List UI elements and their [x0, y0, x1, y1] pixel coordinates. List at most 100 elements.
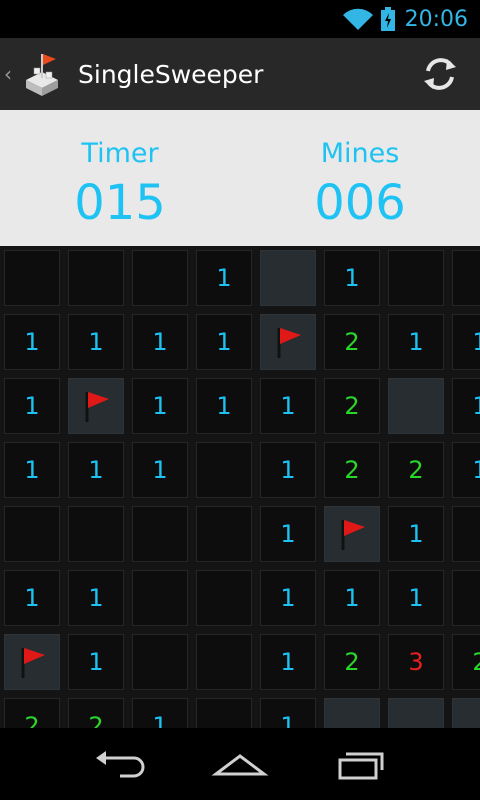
empty-cell[interactable]	[196, 506, 252, 562]
refresh-icon[interactable]	[420, 54, 460, 94]
number-cell[interactable]: 1	[388, 506, 444, 562]
cell-number: 1	[280, 520, 296, 548]
flag-icon	[277, 328, 301, 358]
cell-number: 1	[88, 648, 104, 676]
flagged-cell[interactable]	[4, 634, 60, 690]
app-logo-icon[interactable]	[20, 50, 64, 98]
status-clock: 20:06	[404, 6, 468, 32]
unrevealed-cell[interactable]	[260, 250, 316, 306]
number-cell[interactable]: 1	[388, 314, 444, 370]
unrevealed-cell[interactable]	[324, 698, 380, 728]
empty-cell[interactable]	[452, 250, 480, 306]
number-cell[interactable]: 1	[452, 442, 480, 498]
number-cell[interactable]: 1	[4, 314, 60, 370]
number-cell[interactable]: 1	[4, 570, 60, 626]
empty-cell[interactable]	[452, 506, 480, 562]
cell-number: 2	[344, 456, 360, 484]
cell-number: 2	[344, 392, 360, 420]
number-cell[interactable]: 1	[4, 442, 60, 498]
number-cell[interactable]: 2	[68, 698, 124, 728]
flagged-cell[interactable]	[260, 314, 316, 370]
number-cell[interactable]: 1	[260, 570, 316, 626]
number-cell[interactable]: 1	[132, 314, 188, 370]
flag-icon	[21, 648, 45, 678]
unrevealed-cell[interactable]	[388, 698, 444, 728]
number-cell[interactable]: 1	[388, 570, 444, 626]
status-bar: 20:06	[0, 0, 480, 38]
number-cell[interactable]: 1	[68, 314, 124, 370]
number-cell[interactable]: 2	[324, 378, 380, 434]
number-cell[interactable]: 2	[452, 634, 480, 690]
cell-number: 1	[280, 648, 296, 676]
mines-label: Mines	[320, 138, 400, 169]
mines-value: 006	[314, 175, 406, 231]
number-cell[interactable]: 1	[68, 442, 124, 498]
empty-cell[interactable]	[132, 506, 188, 562]
empty-cell[interactable]	[4, 506, 60, 562]
number-cell[interactable]: 2	[324, 314, 380, 370]
number-cell[interactable]: 1	[132, 442, 188, 498]
cell-number: 1	[408, 584, 424, 612]
cell-number: 1	[280, 392, 296, 420]
timer-label: Timer	[81, 138, 159, 169]
number-cell[interactable]: 1	[324, 570, 380, 626]
number-cell[interactable]: 1	[260, 698, 316, 728]
minefield-board: 1 1 1 1 1 1 2 1 1 1 1 1 1 2 1 1 1 1 1 2 2 1 1 1 1 1 1 1 1 1 1 2 3 2 2 2 1 1	[0, 246, 480, 728]
info-panel: Timer 015 Mines 006	[0, 110, 480, 246]
up-caret-icon[interactable]: ‹	[4, 62, 18, 86]
empty-cell[interactable]	[388, 250, 444, 306]
cell-number: 1	[152, 456, 168, 484]
empty-cell[interactable]	[132, 570, 188, 626]
cell-number: 3	[408, 648, 424, 676]
recents-icon[interactable]	[330, 746, 390, 782]
empty-cell[interactable]	[196, 442, 252, 498]
flag-icon	[341, 520, 365, 550]
cell-number: 1	[280, 584, 296, 612]
number-cell[interactable]: 1	[260, 442, 316, 498]
unrevealed-cell[interactable]	[452, 698, 480, 728]
number-cell[interactable]: 1	[68, 634, 124, 690]
cell-number: 2	[344, 328, 360, 356]
number-cell[interactable]: 1	[324, 250, 380, 306]
back-icon[interactable]	[90, 746, 150, 782]
cell-number: 1	[152, 392, 168, 420]
flagged-cell[interactable]	[324, 506, 380, 562]
number-cell[interactable]: 1	[68, 570, 124, 626]
app-title: SingleSweeper	[78, 59, 264, 89]
empty-cell[interactable]	[132, 634, 188, 690]
cell-number: 1	[152, 712, 168, 728]
empty-cell[interactable]	[196, 634, 252, 690]
empty-cell[interactable]	[196, 570, 252, 626]
empty-cell[interactable]	[132, 250, 188, 306]
flagged-cell[interactable]	[68, 378, 124, 434]
number-cell[interactable]: 2	[324, 634, 380, 690]
number-cell[interactable]: 2	[4, 698, 60, 728]
number-cell[interactable]: 1	[452, 314, 480, 370]
number-cell[interactable]: 1	[452, 378, 480, 434]
empty-cell[interactable]	[196, 698, 252, 728]
number-cell[interactable]: 1	[196, 378, 252, 434]
empty-cell[interactable]	[68, 506, 124, 562]
number-cell[interactable]: 1	[196, 314, 252, 370]
number-cell[interactable]: 1	[132, 378, 188, 434]
cell-number: 1	[280, 456, 296, 484]
number-cell[interactable]: 3	[388, 634, 444, 690]
empty-cell[interactable]	[4, 250, 60, 306]
number-cell[interactable]: 1	[4, 378, 60, 434]
number-cell[interactable]: 1	[196, 250, 252, 306]
home-icon[interactable]	[210, 746, 270, 782]
wifi-icon	[342, 8, 373, 30]
number-cell[interactable]: 1	[260, 634, 316, 690]
number-cell[interactable]: 1	[260, 378, 316, 434]
empty-cell[interactable]	[452, 570, 480, 626]
unrevealed-cell[interactable]	[388, 378, 444, 434]
number-cell[interactable]: 1	[132, 698, 188, 728]
cell-number: 1	[88, 328, 104, 356]
number-cell[interactable]: 2	[324, 442, 380, 498]
number-cell[interactable]: 1	[260, 506, 316, 562]
empty-cell[interactable]	[68, 250, 124, 306]
number-cell[interactable]: 2	[388, 442, 444, 498]
cell-number: 1	[408, 520, 424, 548]
flag-icon	[85, 392, 109, 422]
cell-number: 2	[408, 456, 424, 484]
